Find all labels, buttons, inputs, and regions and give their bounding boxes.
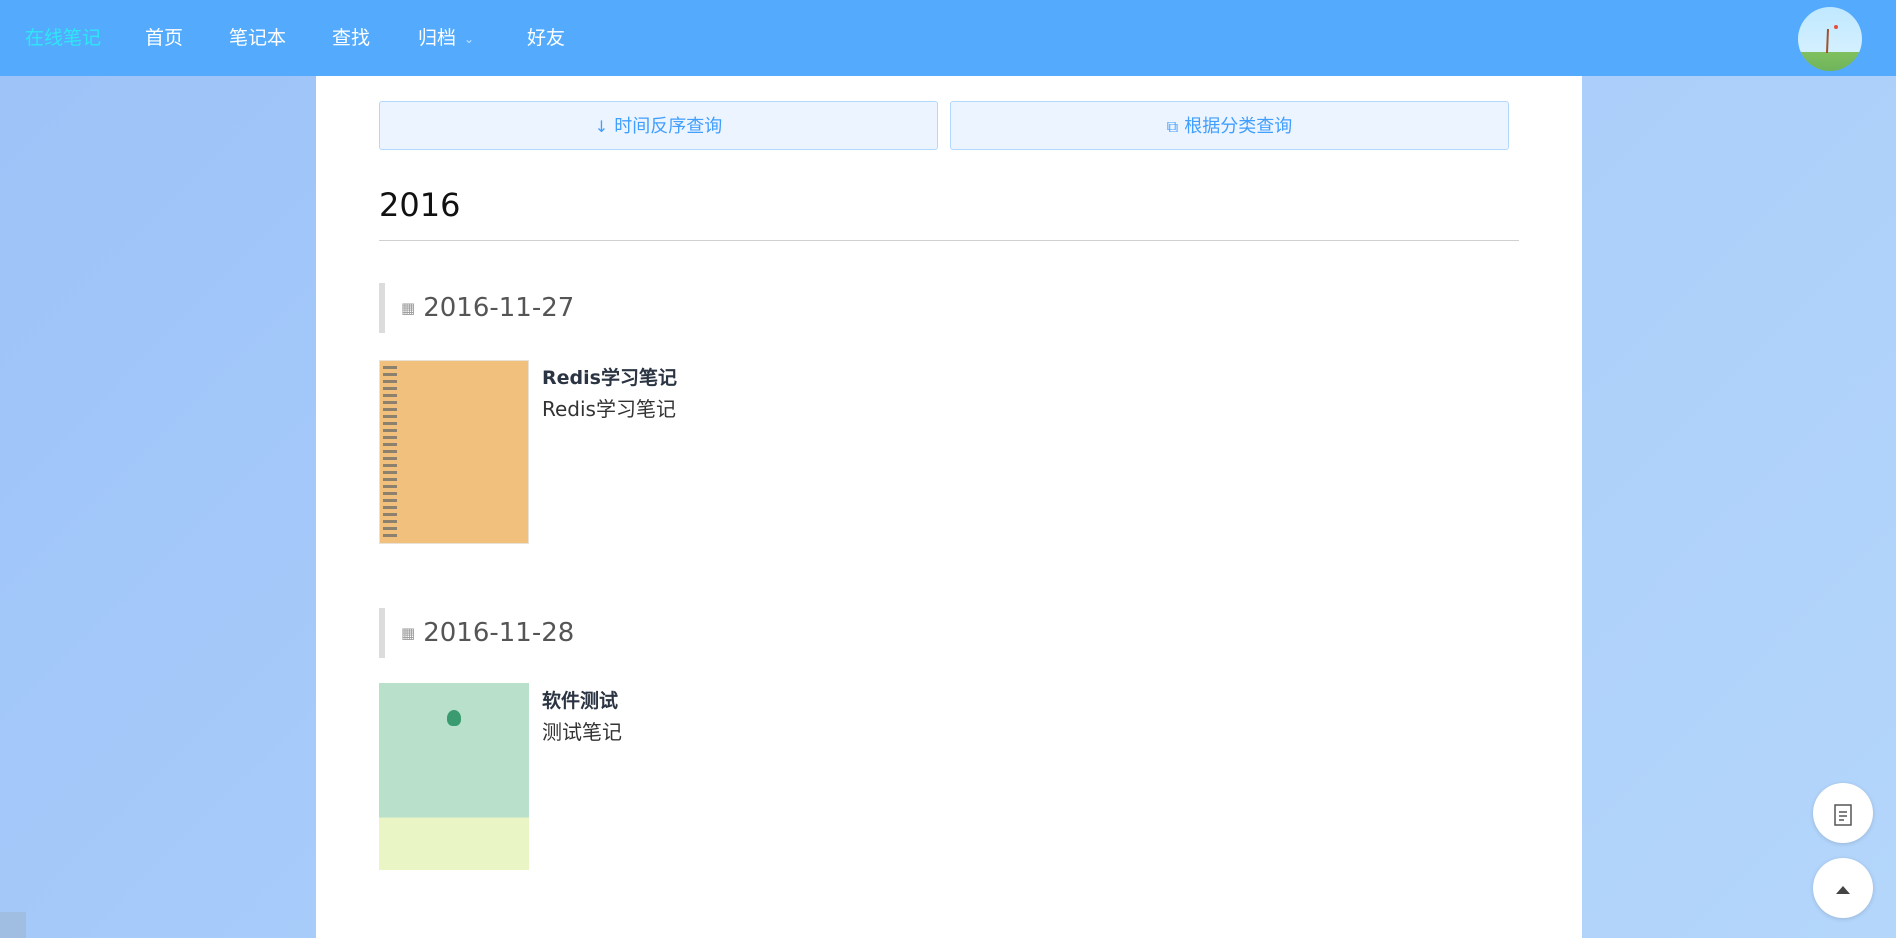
copy-icon: ⧉ — [1166, 117, 1179, 136]
spiral-binding — [383, 366, 397, 538]
note-description: Redis学习笔记 — [542, 397, 676, 421]
kraft-cover-image — [379, 360, 529, 544]
by-category-label: 根据分类查询 — [1184, 116, 1293, 137]
notebook-cover[interactable] — [379, 360, 529, 544]
user-avatar[interactable] — [1798, 7, 1862, 71]
divider — [379, 240, 1519, 241]
date-heading: ▦ 2016-11-27 — [379, 283, 574, 333]
nav-home[interactable]: 首页 — [145, 0, 183, 76]
by-category-button[interactable]: ⧉ 根据分类查询 — [950, 101, 1509, 150]
document-button[interactable] — [1813, 783, 1873, 843]
date-label: 2016-11-28 — [423, 618, 575, 648]
date-label: 2016-11-27 — [423, 293, 575, 323]
nav-archive-label: 归档 — [418, 27, 457, 49]
top-navbar: 在线笔记 首页 笔记本 查找 归档 ⌄ 好友 — [0, 0, 1896, 76]
main-content: ↓ 时间反序查询 ⧉ 根据分类查询 2016 ▦ 2016-11-27 Redis学… — [316, 76, 1582, 938]
notebook-cover[interactable] — [379, 683, 529, 870]
calendar-icon: ▦ — [401, 299, 416, 317]
time-reverse-button[interactable]: ↓ 时间反序查询 — [379, 101, 938, 150]
chevron-down-icon: ⌄ — [464, 31, 475, 46]
note-title[interactable]: Redis学习笔记 — [542, 363, 677, 390]
time-reverse-label: 时间反序查询 — [614, 116, 723, 137]
archive-year: 2016 — [379, 186, 461, 224]
leaf-icon — [447, 710, 461, 726]
document-icon — [1834, 803, 1852, 826]
back-to-top-button[interactable] — [1813, 858, 1873, 918]
corner-widget — [0, 912, 26, 938]
arrow-up-icon — [1836, 885, 1850, 894]
note-description: 测试笔记 — [542, 720, 622, 744]
brand-link[interactable]: 在线笔记 — [25, 0, 101, 76]
nav-search[interactable]: 查找 — [332, 0, 370, 76]
note-title[interactable]: 软件测试 — [542, 686, 618, 713]
nav-archive[interactable]: 归档 ⌄ — [418, 0, 474, 76]
nav-friends[interactable]: 好友 — [527, 0, 565, 76]
nav-notebooks[interactable]: 笔记本 — [229, 0, 286, 76]
arrow-down-icon: ↓ — [594, 117, 609, 136]
calendar-icon: ▦ — [401, 624, 416, 642]
date-heading: ▦ 2016-11-28 — [379, 608, 574, 658]
avatar-image — [1826, 25, 1838, 54]
